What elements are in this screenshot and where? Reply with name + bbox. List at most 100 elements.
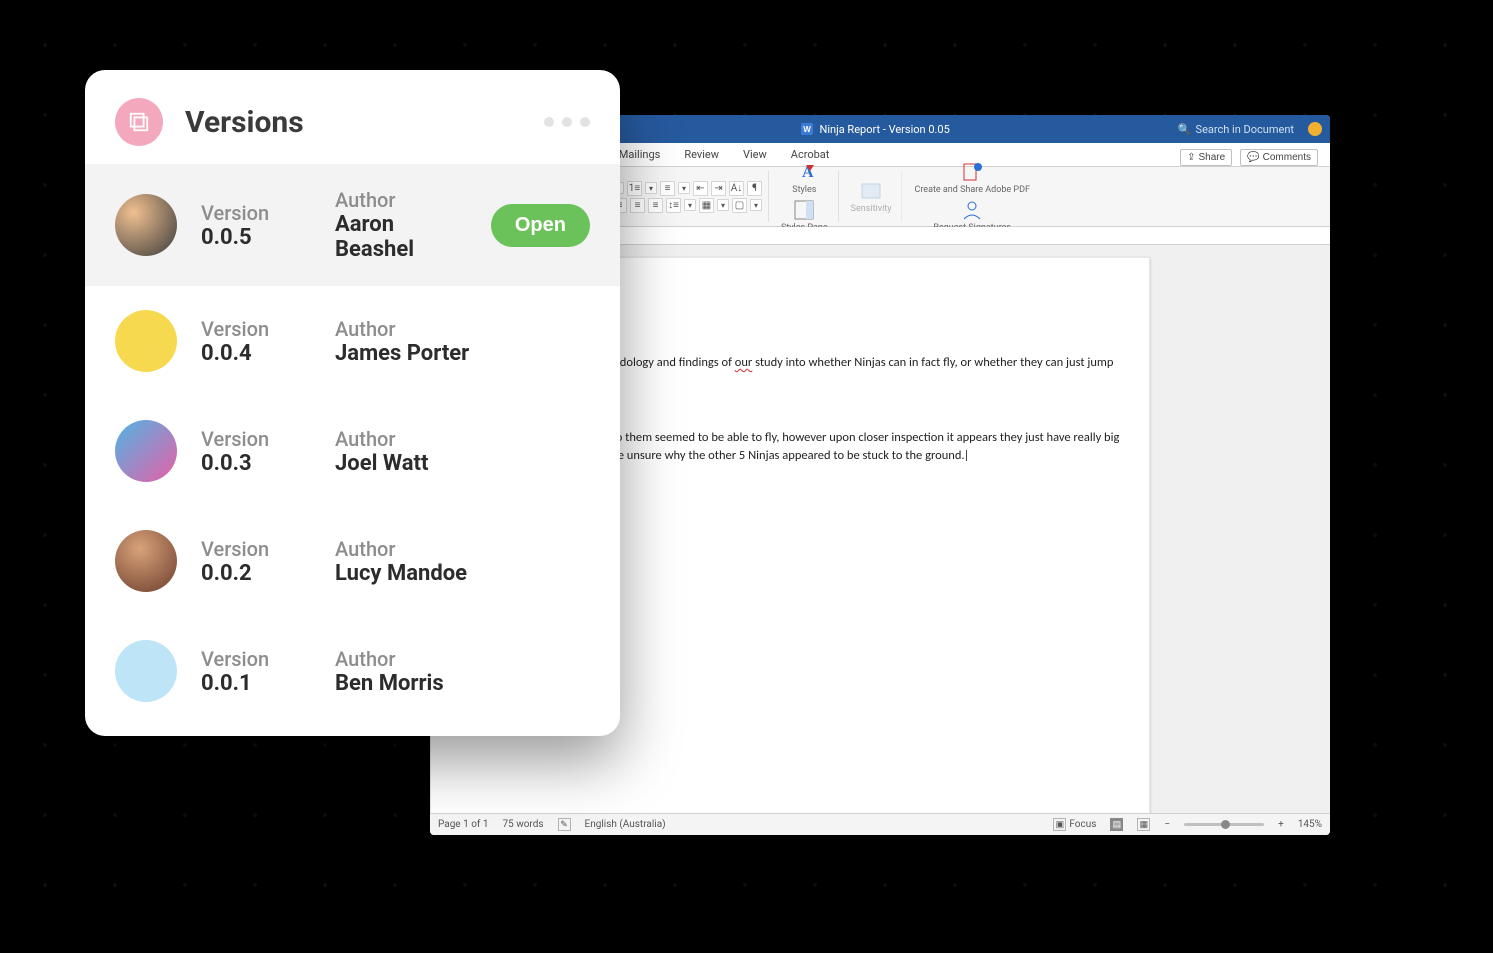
status-words[interactable]: 75 words bbox=[502, 819, 543, 830]
avatar bbox=[115, 310, 177, 372]
styles-icon: A bbox=[791, 160, 817, 184]
version-row[interactable]: Version0.0.2 AuthorLucy Mandoe bbox=[85, 506, 620, 616]
version-value: 0.0.1 bbox=[201, 671, 311, 696]
ribbon-tab[interactable]: View bbox=[741, 144, 769, 166]
dot-icon bbox=[562, 117, 572, 127]
version-col: Version0.0.1 bbox=[201, 647, 311, 696]
sensitivity-button: Sensitivity bbox=[847, 179, 896, 215]
version-col: Version0.0.4 bbox=[201, 317, 311, 366]
chevron-down-icon[interactable]: ▾ bbox=[750, 199, 762, 211]
version-col: Version0.0.3 bbox=[201, 427, 311, 476]
zoom-level[interactable]: 145% bbox=[1298, 819, 1322, 830]
title-wrap: W Ninja Report - Version 0.05 bbox=[579, 123, 1171, 136]
author-label: Author bbox=[335, 317, 590, 341]
author-col: AuthorJames Porter bbox=[335, 317, 590, 366]
version-col: Version0.0.5 bbox=[201, 201, 311, 250]
svg-text:W: W bbox=[804, 125, 812, 134]
help-icon[interactable] bbox=[1308, 122, 1322, 136]
author-value: James Porter bbox=[335, 341, 590, 366]
chevron-down-icon[interactable]: ▾ bbox=[645, 182, 657, 194]
versions-list: Version0.0.5 Author Aaron Beashel Open Versi… bbox=[85, 164, 620, 726]
dot-icon bbox=[544, 117, 554, 127]
avatar bbox=[115, 420, 177, 482]
focus-mode-button[interactable]: ▣Focus bbox=[1053, 818, 1096, 831]
layers-icon bbox=[128, 111, 150, 133]
avatar bbox=[115, 640, 177, 702]
borders-icon[interactable]: ▢ bbox=[732, 198, 747, 213]
share-button[interactable]: ⇪ Share bbox=[1180, 149, 1232, 166]
comments-button[interactable]: 💬 Comments bbox=[1240, 149, 1318, 166]
author-col: AuthorJoel Watt bbox=[335, 427, 590, 476]
versions-panel: Versions Version0.0.5 Author Aaron Beashel… bbox=[85, 70, 620, 736]
zoom-out-button[interactable]: − bbox=[1164, 819, 1170, 830]
line-spacing-icon[interactable]: ↕≡ bbox=[666, 198, 681, 213]
author-col: AuthorLucy Mandoe bbox=[335, 537, 590, 586]
titlebar-search[interactable]: 🔍 Search in Document bbox=[1178, 123, 1294, 136]
share-label: Share bbox=[1199, 152, 1226, 163]
version-row[interactable]: Version0.0.1 AuthorBen Morris bbox=[85, 616, 620, 726]
versions-header: Versions bbox=[85, 70, 620, 164]
comments-label: Comments bbox=[1263, 152, 1311, 163]
dot-icon bbox=[580, 117, 590, 127]
ribbon-tab[interactable]: Review bbox=[682, 144, 721, 166]
create-share-pdf-button[interactable]: Create and Share Adobe PDF bbox=[910, 160, 1033, 196]
multilevel-list-icon[interactable]: ≡ bbox=[660, 181, 675, 196]
styles-pane-icon bbox=[791, 198, 817, 222]
version-value: 0.0.2 bbox=[201, 561, 311, 586]
version-row[interactable]: Version0.0.3 AuthorJoel Watt bbox=[85, 396, 620, 506]
author-value: Aaron Beashel bbox=[335, 212, 467, 262]
styles-label: Styles bbox=[792, 186, 816, 196]
web-layout-icon[interactable]: ▦ bbox=[1137, 818, 1150, 831]
sort-icon[interactable]: A↓ bbox=[729, 181, 744, 196]
avatar bbox=[115, 530, 177, 592]
pdf-share-icon bbox=[959, 160, 985, 184]
spellcheck-icon[interactable]: ✎ bbox=[558, 818, 571, 831]
focus-icon: ▣ bbox=[1053, 818, 1066, 831]
version-label: Version bbox=[201, 647, 311, 671]
document-title: Ninja Report - Version 0.05 bbox=[819, 123, 949, 136]
status-page[interactable]: Page 1 of 1 bbox=[438, 819, 488, 830]
versions-title: Versions bbox=[185, 105, 544, 140]
more-menu[interactable] bbox=[544, 117, 590, 127]
print-layout-icon[interactable]: ▤ bbox=[1110, 818, 1123, 831]
zoom-thumb[interactable] bbox=[1221, 820, 1230, 829]
version-label: Version bbox=[201, 427, 311, 451]
styles-group: A Styles Styles Pane bbox=[771, 171, 839, 222]
author-value: Lucy Mandoe bbox=[335, 561, 590, 586]
indent-right-icon[interactable]: ⇥ bbox=[711, 181, 726, 196]
version-label: Version bbox=[201, 317, 311, 341]
version-row[interactable]: Version0.0.5AuthorAaron BeashelOpen bbox=[85, 164, 620, 286]
version-value: 0.0.3 bbox=[201, 451, 311, 476]
sensitivity-icon bbox=[858, 179, 884, 203]
status-bar: Page 1 of 1 75 words ✎ English (Australi… bbox=[430, 813, 1330, 835]
show-marks-icon[interactable]: ¶ bbox=[747, 181, 762, 196]
author-value: Ben Morris bbox=[335, 671, 590, 696]
chevron-down-icon[interactable]: ▾ bbox=[684, 199, 696, 211]
create-share-label: Create and Share Adobe PDF bbox=[914, 186, 1029, 196]
search-placeholder: Search in Document bbox=[1196, 123, 1294, 136]
version-row[interactable]: Version0.0.4 AuthorJames Porter bbox=[85, 286, 620, 396]
author-label: Author bbox=[335, 427, 590, 451]
chevron-down-icon[interactable]: ▾ bbox=[717, 199, 729, 211]
ribbon-tab[interactable]: Mailings bbox=[617, 144, 663, 166]
zoom-slider[interactable] bbox=[1184, 823, 1264, 826]
indent-left-icon[interactable]: ⇤ bbox=[693, 181, 708, 196]
chevron-down-icon[interactable]: ▾ bbox=[678, 182, 690, 194]
author-label: Author bbox=[335, 647, 590, 671]
justify-icon[interactable]: ≡ bbox=[648, 198, 663, 213]
shading-icon[interactable]: ▦ bbox=[699, 198, 714, 213]
styles-button[interactable]: A Styles bbox=[787, 160, 821, 196]
adobe-group: Create and Share Adobe PDF Request Signa… bbox=[904, 171, 1039, 222]
comment-icon: 💬 bbox=[1247, 152, 1259, 163]
author-label: Author bbox=[335, 537, 590, 561]
spelling-error[interactable]: our bbox=[735, 355, 753, 370]
versions-logo bbox=[115, 98, 163, 146]
signature-icon bbox=[959, 198, 985, 222]
numbering-icon[interactable]: 1≡ bbox=[627, 181, 642, 196]
zoom-in-button[interactable]: + bbox=[1278, 819, 1284, 830]
align-right-icon[interactable]: ≡ bbox=[630, 198, 645, 213]
open-button[interactable]: Open bbox=[491, 204, 590, 247]
version-col: Version0.0.2 bbox=[201, 537, 311, 586]
share-icon: ⇪ bbox=[1187, 152, 1195, 163]
status-language[interactable]: English (Australia) bbox=[585, 819, 666, 830]
